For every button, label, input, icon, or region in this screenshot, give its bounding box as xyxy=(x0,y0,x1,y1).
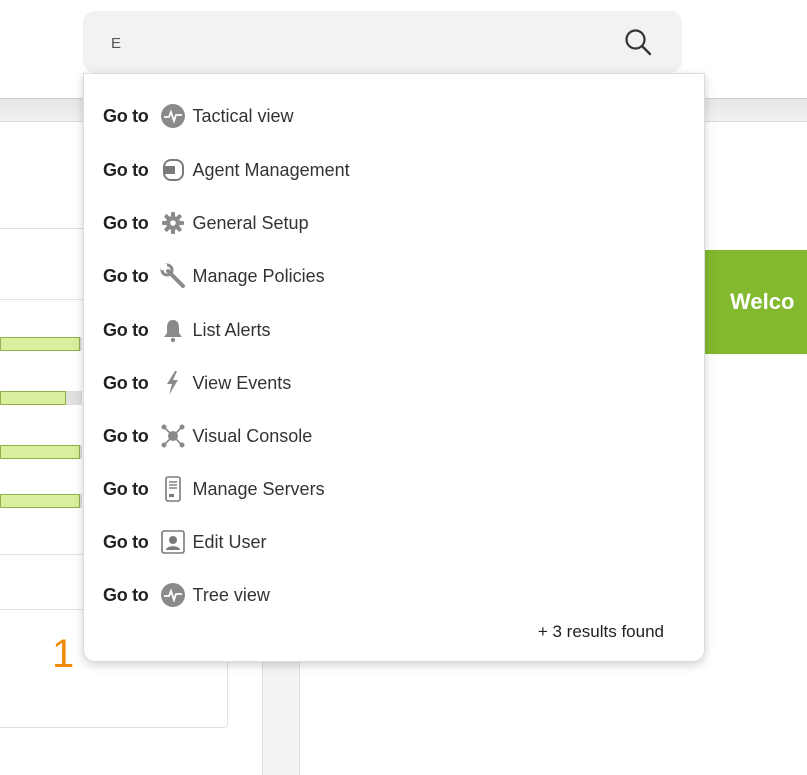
wrench-icon xyxy=(159,262,187,290)
bell-icon xyxy=(159,316,187,344)
result-item-agent-management[interactable]: Go to Agent Management xyxy=(103,150,350,190)
gear-icon xyxy=(159,209,187,237)
result-item-view-events[interactable]: Go to View Events xyxy=(103,363,291,403)
goto-label: Go to xyxy=(103,531,149,552)
result-item-manage-servers[interactable]: Go to Manage Servers xyxy=(103,469,325,509)
progress-bar xyxy=(0,494,82,508)
more-results-text[interactable]: + 3 results found xyxy=(538,622,664,642)
goto-label: Go to xyxy=(103,319,149,340)
result-item-manage-policies[interactable]: Go to Manage Policies xyxy=(103,256,325,296)
goto-label: Go to xyxy=(103,265,149,286)
server-icon xyxy=(159,475,187,503)
search-icon[interactable] xyxy=(623,27,653,57)
goto-label: Go to xyxy=(103,584,149,605)
result-label: General Setup xyxy=(192,212,309,233)
goto-label: Go to xyxy=(103,105,149,126)
goto-label: Go to xyxy=(103,478,149,499)
search-box xyxy=(83,11,682,73)
result-label: Edit User xyxy=(192,531,267,552)
progress-bar xyxy=(0,391,82,405)
result-label: Visual Console xyxy=(192,425,313,446)
goto-label: Go to xyxy=(103,159,149,180)
network-console-icon xyxy=(159,422,187,450)
count-value: 1 xyxy=(52,632,75,676)
result-label: Manage Policies xyxy=(192,265,325,286)
goto-label: Go to xyxy=(103,425,149,446)
result-item-edit-user[interactable]: Go to Edit User xyxy=(103,522,267,562)
goto-label: Go to xyxy=(103,212,149,233)
result-label: Agent Management xyxy=(192,159,350,180)
result-label: Tactical view xyxy=(192,105,294,126)
tree-view-icon xyxy=(159,581,187,609)
goto-label: Go to xyxy=(103,372,149,393)
search-input[interactable] xyxy=(109,29,593,57)
search-results-dropdown: Go to Tactical view Go to Agent Manageme… xyxy=(83,73,705,662)
progress-bar-fill xyxy=(0,337,81,351)
result-label: Manage Servers xyxy=(192,478,325,499)
result-label: List Alerts xyxy=(192,319,271,340)
result-item-tactical-view[interactable]: Go to Tactical view xyxy=(103,96,294,136)
progress-bar xyxy=(0,445,82,459)
tactical-view-icon xyxy=(159,102,187,130)
result-label: View Events xyxy=(192,372,292,393)
result-item-tree-view[interactable]: Go to Tree view xyxy=(103,575,270,615)
progress-bar-fill xyxy=(0,445,81,459)
result-item-general-setup[interactable]: Go to General Setup xyxy=(103,203,309,243)
progress-bar-fill xyxy=(0,494,81,508)
result-label: Tree view xyxy=(192,584,270,605)
user-card-icon xyxy=(159,528,187,556)
lightning-icon xyxy=(159,369,187,397)
welcome-banner: Welco xyxy=(700,250,807,354)
result-item-list-alerts[interactable]: Go to List Alerts xyxy=(103,310,271,350)
result-item-visual-console[interactable]: Go to Visual Console xyxy=(103,416,312,456)
agent-management-icon xyxy=(159,156,187,184)
progress-bar xyxy=(0,337,82,351)
progress-bar-fill xyxy=(0,391,66,405)
